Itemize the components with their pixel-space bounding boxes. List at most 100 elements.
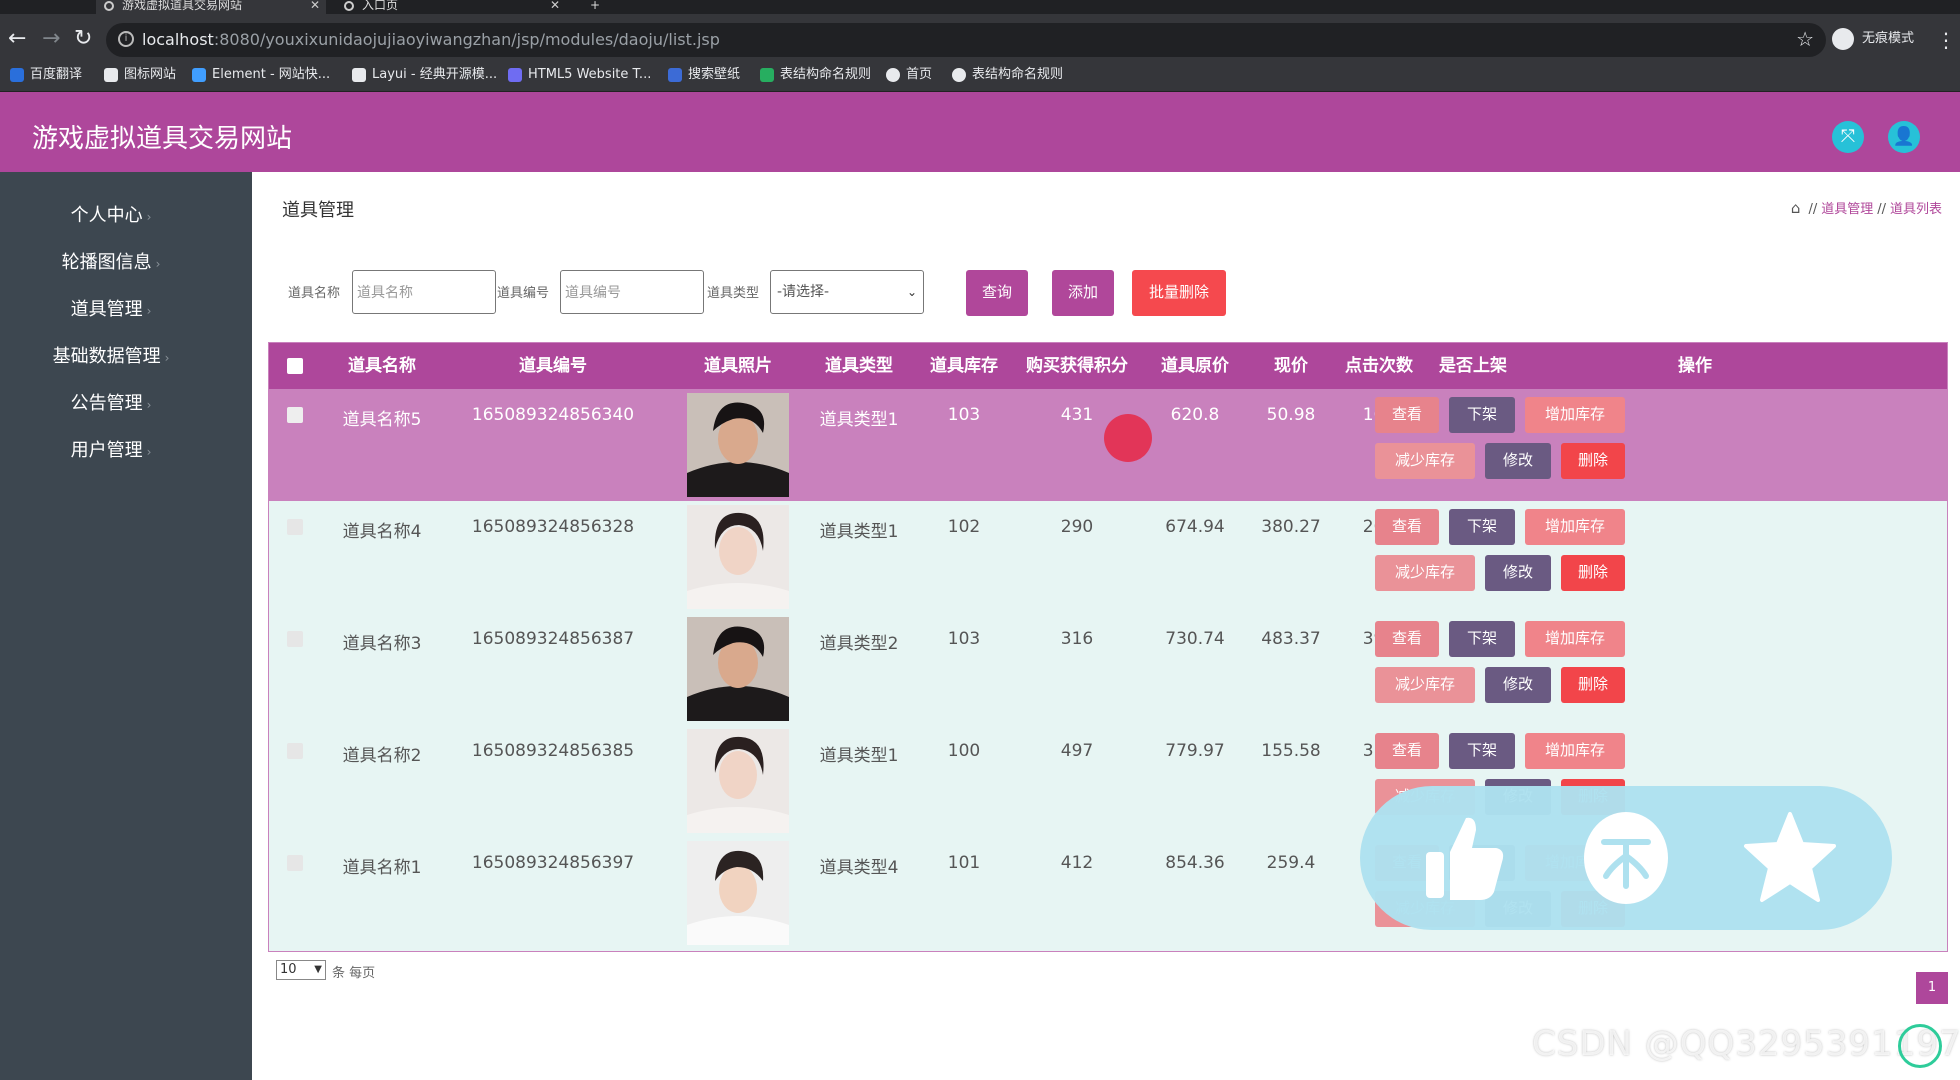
chevron-icon: › xyxy=(146,398,152,412)
per-page-label: 条 每页 xyxy=(332,966,376,981)
page-size-select[interactable]: 10 ▼ xyxy=(276,960,326,980)
new-tab-button[interactable]: + xyxy=(584,0,608,14)
delete-button[interactable]: 删除 xyxy=(1561,667,1625,703)
type-select-value: -请选择- xyxy=(777,284,830,300)
bookmark-star-icon[interactable]: ☆ xyxy=(1796,27,1814,51)
close-icon[interactable]: ✕ xyxy=(550,0,560,11)
item-photo xyxy=(687,505,789,609)
cell-stock: 100 xyxy=(947,741,981,761)
col-header-points: 购买获得积分 xyxy=(1026,356,1128,376)
site-title: 游戏虚拟道具交易网站 xyxy=(32,124,293,154)
page-icon xyxy=(104,1,114,11)
bookmark-item[interactable]: Element - 网站快... xyxy=(192,66,330,84)
fullscreen-icon[interactable]: ⤧ xyxy=(1832,121,1864,153)
bookmark-item[interactable]: HTML5 Website T... xyxy=(508,66,651,84)
name-filter-label: 道具名称 xyxy=(288,286,341,301)
delete-button[interactable]: 删除 xyxy=(1561,443,1625,479)
sidebar-item-personal-center[interactable]: 个人中心 › xyxy=(0,204,222,229)
user-icon[interactable]: 👤 xyxy=(1888,121,1920,153)
layui-icon xyxy=(352,68,366,82)
bookmark-item[interactable]: 首页 xyxy=(886,66,932,84)
add-stock-button[interactable]: 增加库存 xyxy=(1525,509,1625,545)
unlist-button[interactable]: 下架 xyxy=(1449,621,1515,657)
reduce-stock-button[interactable]: 减少库存 xyxy=(1375,555,1475,591)
info-icon[interactable]: i xyxy=(118,31,134,47)
bookmark-item[interactable]: 表结构命名规则 xyxy=(952,66,1063,84)
row-checkbox[interactable] xyxy=(287,407,303,423)
cell-type: 道具类型1 xyxy=(819,522,899,542)
sidebar-item-label: 用户管理 xyxy=(70,440,143,461)
cell-name: 道具名称4 xyxy=(342,522,422,542)
add-stock-button[interactable]: 增加库存 xyxy=(1525,733,1625,769)
bookmark-item[interactable]: 图标网站 xyxy=(104,66,176,84)
table-row[interactable]: 道具名称4 165089324856328 道具类型1 102 290 674.… xyxy=(269,501,1947,613)
name-search-input[interactable] xyxy=(352,270,496,314)
edit-button[interactable]: 修改 xyxy=(1485,667,1551,703)
code-search-input[interactable] xyxy=(560,270,704,314)
home-icon[interactable]: ⌂ xyxy=(1791,199,1801,217)
type-select[interactable]: -请选择- ⌄ xyxy=(770,270,924,314)
sidebar-item-users[interactable]: 用户管理 › xyxy=(0,439,222,464)
sidebar-item-items[interactable]: 道具管理 › xyxy=(0,298,222,323)
unlist-button[interactable]: 下架 xyxy=(1449,509,1515,545)
globe-icon xyxy=(952,68,966,82)
cell-points: 290 xyxy=(1060,517,1094,537)
reload-icon[interactable]: ↻ xyxy=(74,28,92,50)
breadcrumb-item[interactable]: 道具列表 xyxy=(1890,202,1942,217)
add-stock-button[interactable]: 增加库存 xyxy=(1525,621,1625,657)
select-all-checkbox[interactable] xyxy=(287,358,303,374)
bookmark-item[interactable]: 百度翻译 xyxy=(10,66,82,84)
back-icon[interactable]: ← xyxy=(8,28,26,50)
query-button[interactable]: 查询 xyxy=(966,270,1028,316)
bookmark-label: Layui - 经典开源模... xyxy=(372,67,498,82)
row-checkbox[interactable] xyxy=(287,519,303,535)
cell-code: 165089324856385 xyxy=(471,741,635,761)
bookmarks-bar: 百度翻译 图标网站 Element - 网站快... Layui - 经典开源模… xyxy=(0,58,1960,92)
page-number-button[interactable]: 1 xyxy=(1916,972,1948,1004)
thumbs-up-icon[interactable] xyxy=(1412,808,1512,908)
cell-price: 155.58 xyxy=(1261,741,1321,761)
sidebar-item-label: 道具管理 xyxy=(70,299,143,320)
url-field[interactable]: i localhost:8080/youxixunidaojujiaoyiwan… xyxy=(106,23,1826,57)
breadcrumb-item[interactable]: 道具管理 xyxy=(1821,202,1873,217)
bookmark-label: 搜索壁纸 xyxy=(688,67,741,82)
view-button[interactable]: 查看 xyxy=(1375,397,1439,433)
sidebar-item-label: 个人中心 xyxy=(70,205,143,226)
delete-button[interactable]: 删除 xyxy=(1561,555,1625,591)
view-button[interactable]: 查看 xyxy=(1375,509,1439,545)
bookmark-item[interactable]: 表结构命名规则 xyxy=(760,66,871,84)
row-checkbox[interactable] xyxy=(287,855,303,871)
bookmark-item[interactable]: Layui - 经典开源模... xyxy=(352,66,497,84)
batch-delete-button[interactable]: 批量删除 xyxy=(1132,270,1226,316)
view-button[interactable]: 查看 xyxy=(1375,621,1439,657)
item-photo xyxy=(687,617,789,721)
chevron-icon: › xyxy=(155,257,161,271)
forward-icon[interactable]: → xyxy=(42,28,60,50)
add-stock-button[interactable]: 增加库存 xyxy=(1525,397,1625,433)
view-button[interactable]: 查看 xyxy=(1375,733,1439,769)
unlist-button[interactable]: 下架 xyxy=(1449,397,1515,433)
browser-tab-active[interactable]: 游戏虚拟道具交易网站 ✕ xyxy=(96,0,326,14)
row-checkbox[interactable] xyxy=(287,631,303,647)
star-icon[interactable] xyxy=(1740,808,1840,908)
reduce-stock-button[interactable]: 减少库存 xyxy=(1375,443,1475,479)
cell-type: 道具类型1 xyxy=(819,746,899,766)
incognito-indicator[interactable]: 无痕模式 xyxy=(1832,26,1914,52)
reduce-stock-button[interactable]: 减少库存 xyxy=(1375,667,1475,703)
browser-tab[interactable]: 入口页 ✕ xyxy=(336,0,566,14)
cell-name: 道具名称5 xyxy=(342,410,422,430)
browser-menu-icon[interactable]: ⋮ xyxy=(1936,28,1956,52)
add-button[interactable]: 添加 xyxy=(1052,270,1114,316)
sidebar-item-carousel[interactable]: 轮播图信息 › xyxy=(0,251,222,276)
bookmark-item[interactable]: 搜索壁纸 xyxy=(668,66,740,84)
edit-button[interactable]: 修改 xyxy=(1485,555,1551,591)
row-checkbox[interactable] xyxy=(287,743,303,759)
sidebar-item-basic-data[interactable]: 基础数据管理 › xyxy=(0,345,222,370)
unlist-button[interactable]: 下架 xyxy=(1449,733,1515,769)
close-icon[interactable]: ✕ xyxy=(310,0,320,11)
item-photo xyxy=(687,729,789,833)
sidebar-item-announcements[interactable]: 公告管理 › xyxy=(0,392,222,417)
table-row[interactable]: 道具名称3 165089324856387 道具类型2 103 316 730.… xyxy=(269,613,1947,725)
coin-icon[interactable] xyxy=(1576,808,1676,908)
edit-button[interactable]: 修改 xyxy=(1485,443,1551,479)
